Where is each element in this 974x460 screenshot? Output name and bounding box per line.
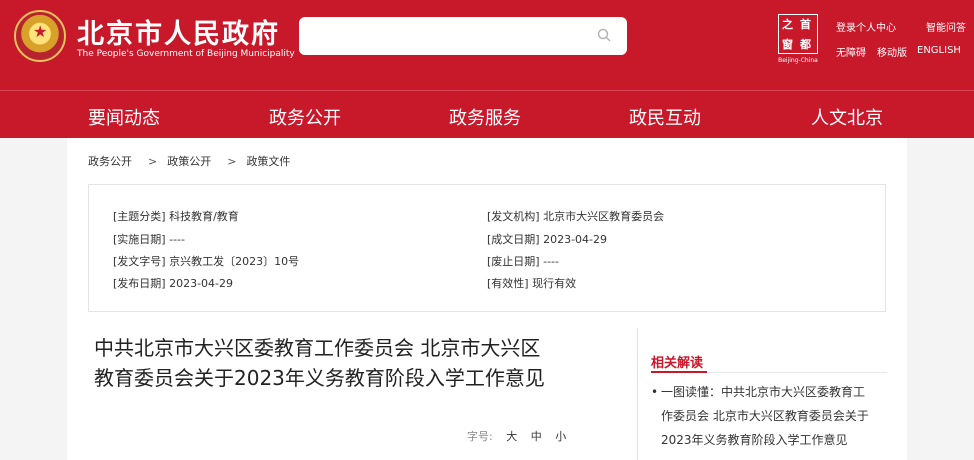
meta-value: 京兴教工发〔2023〕10号	[169, 255, 300, 268]
related-link[interactable]: • 一图读懂：中共北京市大兴区委教育工 作委员会 北京市大兴区教育委员会关于 2…	[651, 380, 891, 452]
meta-issuer: [发文机构] 北京市大兴区教育委员会	[487, 208, 664, 224]
nav-item-services[interactable]: 政务服务	[449, 104, 521, 130]
search-icon[interactable]	[597, 28, 611, 42]
meta-key: [发文机构]	[487, 210, 540, 223]
meta-created-date: [成文日期] 2023-04-29	[487, 231, 607, 247]
english-link[interactable]: ENGLISH	[917, 45, 961, 56]
related-section-title: 相关解读	[651, 356, 704, 371]
meta-publish-date: [发布日期] 2023-04-29	[113, 275, 233, 291]
site-title[interactable]: 北京市人民政府	[77, 12, 280, 51]
meta-impl-date: [实施日期] ----	[113, 231, 185, 247]
breadcrumb-separator: >	[148, 155, 158, 168]
meta-value: 现行有效	[532, 277, 577, 290]
meta-value: ----	[169, 233, 185, 246]
search-input[interactable]	[299, 17, 627, 55]
login-link[interactable]: 登录个人中心	[836, 19, 896, 34]
font-size-small-button[interactable]: 小	[555, 430, 566, 443]
document-title-line: 教育委员会关于2023年义务教育阶段入学工作意见	[94, 366, 545, 390]
site-header: 北京市人民政府 The People's Government of Beiji…	[0, 0, 974, 90]
meta-key: [发文字号]	[113, 255, 166, 268]
breadcrumb-separator: >	[227, 155, 237, 168]
meta-value: 科技教育/教育	[169, 210, 239, 223]
font-size-control: 字号: 大 中 小	[467, 428, 566, 444]
font-size-large-button[interactable]: 大	[506, 430, 517, 443]
breadcrumb-item[interactable]: 政策文件	[246, 155, 290, 168]
logo-char: 都	[800, 38, 811, 51]
nav-item-news[interactable]: 要闻动态	[88, 104, 160, 130]
logo-char: 之	[782, 18, 793, 31]
accessibility-link[interactable]: 无障碍	[836, 44, 866, 59]
nav-item-interaction[interactable]: 政民互动	[629, 104, 701, 130]
meta-value: 北京市大兴区教育委员会	[543, 210, 665, 223]
meta-key: [有效性]	[487, 277, 529, 290]
document-meta-box	[88, 184, 886, 312]
related-link-line: 作委员会 北京市大兴区教育委员会关于	[661, 409, 869, 423]
logo-char: 窗	[782, 38, 793, 51]
meta-value: ----	[543, 255, 559, 268]
meta-key: [实施日期]	[113, 233, 166, 246]
main-nav: 要闻动态 政务公开 政务服务 政民互动 人文北京	[0, 90, 974, 138]
nav-item-culture[interactable]: 人文北京	[811, 104, 883, 130]
breadcrumb-item[interactable]: 政务公开	[88, 155, 132, 168]
capital-window-logo[interactable]: 之 首 窗 都 Beijing-China	[774, 14, 820, 64]
related-link-line: 一图读懂：中共北京市大兴区委教育工	[661, 385, 866, 399]
mobile-link[interactable]: 移动版	[877, 44, 907, 59]
meta-validity: [有效性] 现行有效	[487, 275, 576, 291]
nav-item-open-government[interactable]: 政务公开	[269, 104, 341, 130]
meta-abolish-date: [废止日期] ----	[487, 253, 559, 269]
national-emblem-icon	[14, 10, 66, 62]
bullet-icon: •	[651, 385, 659, 399]
site-subtitle: The People's Government of Beijing Munic…	[77, 49, 295, 59]
meta-key: [废止日期]	[487, 255, 540, 268]
logo-char: 首	[800, 18, 811, 31]
meta-value: 2023-04-29	[169, 277, 234, 290]
meta-key: [成文日期]	[487, 233, 540, 246]
column-divider	[637, 328, 638, 460]
meta-value: 2023-04-29	[543, 233, 608, 246]
meta-key: [发布日期]	[113, 277, 166, 290]
font-size-label: 字号:	[467, 430, 493, 443]
document-title-line: 中共北京市大兴区委教育工作委员会 北京市大兴区	[94, 336, 541, 360]
document-title: 中共北京市大兴区委教育工作委员会 北京市大兴区 教育委员会关于2023年义务教育…	[94, 333, 614, 393]
font-size-medium-button[interactable]: 中	[531, 430, 542, 443]
meta-doc-number: [发文字号] 京兴教工发〔2023〕10号	[113, 253, 299, 269]
meta-key: [主题分类]	[113, 210, 166, 223]
breadcrumb-item[interactable]: 政策公开	[167, 155, 211, 168]
meta-category: [主题分类] 科技教育/教育	[113, 208, 239, 224]
assistant-link[interactable]: 智能问答	[926, 19, 966, 34]
breadcrumb: 政务公开 > 政策公开 > 政策文件	[88, 153, 296, 169]
related-link-line: 2023年义务教育阶段入学工作意见	[661, 433, 848, 447]
related-accent-bar	[651, 371, 707, 373]
logo-caption: Beijing-China	[778, 57, 818, 64]
